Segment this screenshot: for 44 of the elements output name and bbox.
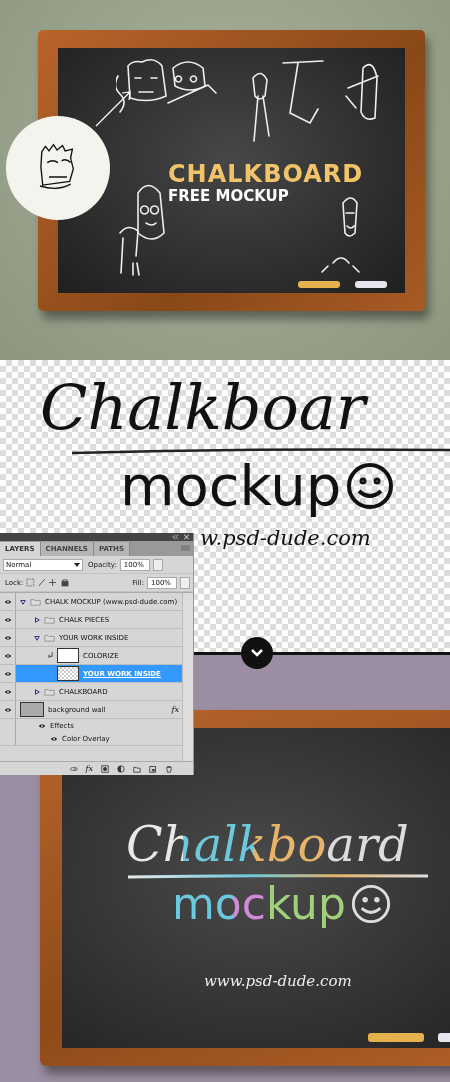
folder-icon xyxy=(44,633,55,642)
eye-icon[interactable] xyxy=(38,722,46,729)
preview-title: Chalkboar xyxy=(40,368,450,448)
chalk-piece xyxy=(368,1033,424,1042)
scrollbar[interactable] xyxy=(182,593,193,761)
mockup-subtitle: FREE MOCKUP xyxy=(168,187,290,205)
eye-icon[interactable] xyxy=(3,598,12,605)
trash-icon[interactable] xyxy=(165,764,173,773)
website-url: www.psd-dude.com xyxy=(204,972,353,990)
eye-icon[interactable] xyxy=(3,652,12,659)
folder-icon[interactable] xyxy=(133,764,141,773)
new-layer-icon[interactable] xyxy=(149,764,157,773)
expand-toggle-icon[interactable] xyxy=(20,598,26,605)
chevron-down-icon xyxy=(250,648,264,658)
mockup-title: CHALKBOARD xyxy=(168,161,365,187)
eye-icon[interactable] xyxy=(3,670,12,677)
mask-icon[interactable] xyxy=(101,764,109,773)
eye-icon[interactable] xyxy=(3,616,12,623)
adjustment-thumbnail xyxy=(57,648,79,663)
expand-toggle-icon[interactable] xyxy=(34,634,40,641)
fx-label: fx xyxy=(171,705,179,714)
folder-icon xyxy=(44,615,55,624)
eye-icon[interactable] xyxy=(50,735,58,742)
smiley-icon xyxy=(349,883,392,925)
layer-thumbnail xyxy=(20,702,44,717)
preview-subtitle: mockup xyxy=(120,456,342,516)
chalk-piece xyxy=(298,281,340,288)
expand-toggle-icon[interactable] xyxy=(34,688,40,695)
eye-icon[interactable] xyxy=(3,634,12,641)
chalk-piece xyxy=(355,281,387,288)
website-url: w.psd-dude.com xyxy=(200,526,372,550)
collapse-icon[interactable] xyxy=(172,534,179,540)
smart-object-thumbnail xyxy=(57,666,79,681)
add-style-button[interactable]: fx xyxy=(85,764,93,773)
link-icon[interactable] xyxy=(69,764,78,773)
eye-icon[interactable] xyxy=(3,688,12,695)
close-icon[interactable] xyxy=(183,534,190,540)
caret-icon xyxy=(74,562,80,567)
eye-icon[interactable] xyxy=(3,706,12,713)
folder-icon xyxy=(30,597,41,606)
half-circle-icon[interactable] xyxy=(117,764,125,773)
expand-toggle-icon[interactable] xyxy=(34,616,40,623)
folder-icon xyxy=(44,687,55,696)
smiley-icon xyxy=(345,461,396,511)
